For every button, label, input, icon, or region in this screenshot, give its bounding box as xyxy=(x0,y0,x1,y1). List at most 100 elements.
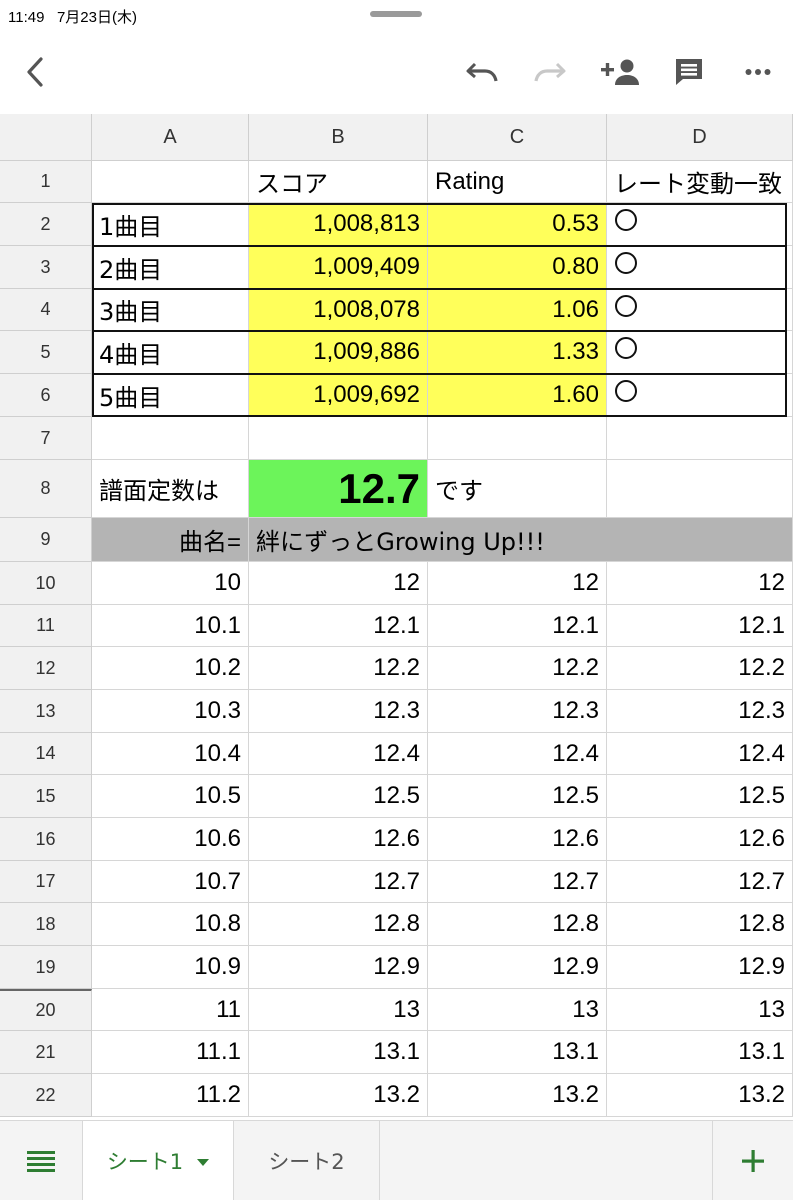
cell-a15[interactable]: 10.5 xyxy=(92,775,249,818)
cell-c17[interactable]: 12.7 xyxy=(428,861,607,903)
cell-d22[interactable]: 13.2 xyxy=(607,1074,793,1117)
cell-d1[interactable]: レート変動一致 xyxy=(607,161,793,203)
cell-d3[interactable] xyxy=(607,246,793,289)
cell-a7[interactable] xyxy=(92,417,249,460)
row-header[interactable]: 1 xyxy=(0,161,92,203)
cell-a18[interactable]: 10.8 xyxy=(92,903,249,946)
row-header[interactable]: 18 xyxy=(0,903,92,946)
cell-b16[interactable]: 12.6 xyxy=(249,818,428,861)
row-header[interactable]: 20 xyxy=(0,989,92,1031)
cell-b19[interactable]: 12.9 xyxy=(249,946,428,989)
cell-b5[interactable]: 1,009,886 xyxy=(249,331,428,374)
undo-button[interactable] xyxy=(460,50,504,94)
cell-a4[interactable]: 3曲目 xyxy=(92,289,249,331)
cell-a2[interactable]: 1曲目 xyxy=(92,203,249,246)
cell-b7[interactable] xyxy=(249,417,428,460)
row-header[interactable]: 6 xyxy=(0,374,92,417)
cell-a19[interactable]: 10.9 xyxy=(92,946,249,989)
cell-b1[interactable]: スコア xyxy=(249,161,428,203)
cell-c22[interactable]: 13.2 xyxy=(428,1074,607,1117)
comment-button[interactable] xyxy=(667,50,711,94)
cell-d20[interactable]: 13 xyxy=(607,989,793,1031)
row-header[interactable]: 9 xyxy=(0,518,92,562)
cell-c10[interactable]: 12 xyxy=(428,562,607,605)
row-header[interactable]: 7 xyxy=(0,417,92,460)
row-header[interactable]: 10 xyxy=(0,562,92,605)
cell-d15[interactable]: 12.5 xyxy=(607,775,793,818)
cell-c7[interactable] xyxy=(428,417,607,460)
cell-d18[interactable]: 12.8 xyxy=(607,903,793,946)
cell-c11[interactable]: 12.1 xyxy=(428,605,607,647)
cell-b12[interactable]: 12.2 xyxy=(249,647,428,690)
cell-d16[interactable]: 12.6 xyxy=(607,818,793,861)
cell-d14[interactable]: 12.4 xyxy=(607,733,793,775)
cell-b20[interactable]: 13 xyxy=(249,989,428,1031)
cell-b8[interactable]: 12.7 xyxy=(249,460,428,518)
cell-a12[interactable]: 10.2 xyxy=(92,647,249,690)
add-sheet-button[interactable] xyxy=(712,1121,793,1200)
cell-c2[interactable]: 0.53 xyxy=(428,203,607,246)
row-header[interactable]: 15 xyxy=(0,775,92,818)
cell-d11[interactable]: 12.1 xyxy=(607,605,793,647)
cell-c16[interactable]: 12.6 xyxy=(428,818,607,861)
cell-b11[interactable]: 12.1 xyxy=(249,605,428,647)
row-header[interactable]: 8 xyxy=(0,460,92,518)
tab-sheet1[interactable]: シート1 xyxy=(82,1121,234,1200)
cell-d19[interactable]: 12.9 xyxy=(607,946,793,989)
cell-c3[interactable]: 0.80 xyxy=(428,246,607,289)
cell-d7[interactable] xyxy=(607,417,793,460)
cell-b22[interactable]: 13.2 xyxy=(249,1074,428,1117)
row-header[interactable]: 5 xyxy=(0,331,92,374)
row-header[interactable]: 19 xyxy=(0,946,92,989)
cell-c6[interactable]: 1.60 xyxy=(428,374,607,417)
row-header[interactable]: 2 xyxy=(0,203,92,246)
cell-a8[interactable]: 譜面定数は xyxy=(92,460,249,518)
cell-b4[interactable]: 1,008,078 xyxy=(249,289,428,331)
cell-a13[interactable]: 10.3 xyxy=(92,690,249,733)
cell-b3[interactable]: 1,009,409 xyxy=(249,246,428,289)
cell-d13[interactable]: 12.3 xyxy=(607,690,793,733)
cell-a1[interactable] xyxy=(92,161,249,203)
cell-a22[interactable]: 11.2 xyxy=(92,1074,249,1117)
cell-a6[interactable]: 5曲目 xyxy=(92,374,249,417)
cell-d17[interactable]: 12.7 xyxy=(607,861,793,903)
more-button[interactable] xyxy=(736,50,780,94)
cell-c21[interactable]: 13.1 xyxy=(428,1031,607,1074)
column-header-b[interactable]: B xyxy=(249,114,428,161)
cell-c13[interactable]: 12.3 xyxy=(428,690,607,733)
cell-a21[interactable]: 11.1 xyxy=(92,1031,249,1074)
select-all-corner[interactable] xyxy=(0,114,92,161)
cell-b9-merged[interactable]: 絆にずっとGrowing Up!!! xyxy=(249,518,793,562)
cell-c12[interactable]: 12.2 xyxy=(428,647,607,690)
cell-c18[interactable]: 12.8 xyxy=(428,903,607,946)
cell-c20[interactable]: 13 xyxy=(428,989,607,1031)
row-header[interactable]: 12 xyxy=(0,647,92,690)
row-header[interactable]: 21 xyxy=(0,1031,92,1074)
spreadsheet-grid[interactable]: A B C D 1 スコア Rating レート変動一致 2 1曲目 1,008… xyxy=(0,114,793,1120)
cell-d10[interactable]: 12 xyxy=(607,562,793,605)
column-header-c[interactable]: C xyxy=(428,114,607,161)
cell-d2[interactable] xyxy=(607,203,793,246)
cell-b21[interactable]: 13.1 xyxy=(249,1031,428,1074)
cell-c4[interactable]: 1.06 xyxy=(428,289,607,331)
column-header-d[interactable]: D xyxy=(607,114,793,161)
cell-c19[interactable]: 12.9 xyxy=(428,946,607,989)
redo-button[interactable] xyxy=(528,50,572,94)
cell-a11[interactable]: 10.1 xyxy=(92,605,249,647)
cell-c8[interactable]: です xyxy=(428,460,607,518)
cell-d12[interactable]: 12.2 xyxy=(607,647,793,690)
dropdown-arrow-icon[interactable] xyxy=(197,1159,210,1166)
multitask-handle[interactable] xyxy=(370,11,422,17)
row-header[interactable]: 4 xyxy=(0,289,92,331)
cell-a16[interactable]: 10.6 xyxy=(92,818,249,861)
cell-b15[interactable]: 12.5 xyxy=(249,775,428,818)
sheet-menu-button[interactable] xyxy=(0,1121,82,1200)
back-button[interactable] xyxy=(13,50,57,94)
cell-d5[interactable] xyxy=(607,331,793,374)
cell-b10[interactable]: 12 xyxy=(249,562,428,605)
cell-d6[interactable] xyxy=(607,374,793,417)
cell-a17[interactable]: 10.7 xyxy=(92,861,249,903)
cell-b18[interactable]: 12.8 xyxy=(249,903,428,946)
cell-c14[interactable]: 12.4 xyxy=(428,733,607,775)
row-header[interactable]: 22 xyxy=(0,1074,92,1117)
